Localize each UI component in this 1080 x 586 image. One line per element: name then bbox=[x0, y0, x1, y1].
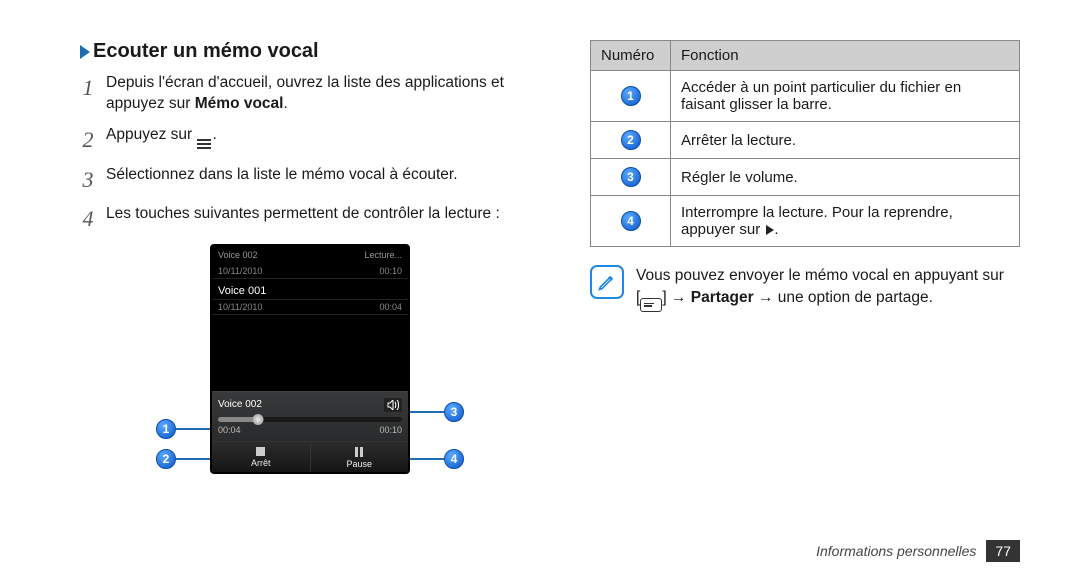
step-text: Les touches suivantes permettent de cont… bbox=[106, 204, 540, 234]
menu-key-icon bbox=[640, 298, 662, 312]
phone-header-title: Voice 002 bbox=[218, 250, 258, 260]
chevron-right-icon bbox=[80, 45, 90, 59]
note-part: → une option de partage. bbox=[754, 289, 933, 306]
section-title: Ecouter un mémo vocal bbox=[80, 40, 540, 63]
callout-line bbox=[410, 458, 444, 460]
callout-line bbox=[176, 428, 210, 430]
step-text-part: . bbox=[283, 95, 287, 112]
phone-buttons: Arrêt Pause bbox=[212, 441, 408, 472]
table-row: 2 Arrêter la lecture. bbox=[591, 122, 1020, 159]
step-number: 3 bbox=[80, 165, 96, 195]
row-badge: 1 bbox=[621, 86, 641, 106]
row-badge: 3 bbox=[621, 167, 641, 187]
section-title-text: Ecouter un mémo vocal bbox=[93, 40, 319, 63]
note-part: ] → bbox=[662, 289, 690, 306]
progress-bar bbox=[218, 417, 402, 422]
step-number: 4 bbox=[80, 204, 96, 234]
time-total: 00:10 bbox=[379, 425, 402, 435]
phone-header-status: Lecture... bbox=[364, 250, 402, 260]
functions-table: Numéro Fonction 1 Accéder à un point par… bbox=[590, 40, 1020, 247]
stop-icon bbox=[256, 447, 265, 456]
stop-label: Arrêt bbox=[251, 458, 271, 468]
note-text: Vous pouvez envoyer le mémo vocal en app… bbox=[636, 265, 1004, 312]
callout-line bbox=[410, 411, 444, 413]
row-func: Arrêter la lecture. bbox=[671, 122, 1020, 159]
note-line1: Vous pouvez envoyer le mémo vocal en app… bbox=[636, 265, 1004, 287]
callout-badge-4: 4 bbox=[444, 449, 464, 469]
time-elapsed: 00:04 bbox=[218, 425, 241, 435]
table-row: 3 Régler le volume. bbox=[591, 159, 1020, 196]
phone-nowplaying: Voice 002 00:04 00:10 bbox=[212, 391, 408, 441]
pause-button: Pause bbox=[311, 442, 409, 472]
footer-section: Informations personnelles bbox=[816, 543, 976, 559]
pause-label: Pause bbox=[346, 459, 372, 469]
nowplaying-title: Voice 002 bbox=[218, 399, 262, 410]
callout-badge-2: 2 bbox=[156, 449, 176, 469]
pause-icon bbox=[355, 447, 363, 457]
row-func: Accéder à un point particulier du fichie… bbox=[671, 71, 1020, 122]
callout-badge-1: 1 bbox=[156, 419, 176, 439]
row-func: Régler le volume. bbox=[671, 159, 1020, 196]
step-number: 1 bbox=[80, 73, 96, 115]
callout-line bbox=[176, 458, 210, 460]
step-text-part: . bbox=[212, 126, 216, 143]
step-text: Sélectionnez dans la liste le mémo vocal… bbox=[106, 165, 540, 195]
page-number: 77 bbox=[986, 540, 1020, 562]
stop-button: Arrêt bbox=[212, 442, 311, 472]
row-func: Interrompre la lecture. Pour la reprendr… bbox=[671, 196, 1020, 247]
row-badge: 4 bbox=[621, 211, 641, 231]
step-number: 2 bbox=[80, 125, 96, 155]
phone-list-dur: 00:04 bbox=[379, 302, 402, 312]
steps-list: 1 Depuis l'écran d'accueil, ouvrez la li… bbox=[80, 73, 540, 234]
page-footer: Informations personnelles 77 bbox=[816, 540, 1020, 562]
step-text-part: Depuis l'écran d'accueil, ouvrez la list… bbox=[106, 74, 504, 112]
volume-icon bbox=[384, 398, 402, 412]
row-badge: 2 bbox=[621, 130, 641, 150]
th-number: Numéro bbox=[591, 41, 671, 71]
step-text: Appuyez sur . bbox=[106, 125, 540, 155]
phone-list-title: Voice 001 bbox=[218, 285, 266, 297]
phone-header-date: 10/11/2010 bbox=[218, 266, 262, 276]
row-func-part: . bbox=[774, 221, 778, 238]
table-row: 4 Interrompre la lecture. Pour la repren… bbox=[591, 196, 1020, 247]
step-text: Depuis l'écran d'accueil, ouvrez la list… bbox=[106, 73, 540, 115]
phone-header: Voice 002 Lecture... bbox=[212, 246, 408, 264]
step-text-bold: Mémo vocal bbox=[195, 95, 284, 112]
note-icon bbox=[590, 265, 624, 299]
note-bold: Partager bbox=[691, 289, 754, 306]
phone-header-dur: 00:10 bbox=[379, 266, 402, 276]
phone-frame: Voice 002 Lecture... 10/11/2010 00:10 Vo… bbox=[210, 244, 410, 474]
row-func-part: Interrompre la lecture. Pour la reprendr… bbox=[681, 204, 953, 238]
phone-list-date: 10/11/2010 bbox=[218, 302, 262, 312]
phone-screenshot: 1 2 3 4 Voice 002 Lecture... 10/11/2010 … bbox=[80, 244, 540, 474]
table-row: 1 Accéder à un point particulier du fich… bbox=[591, 71, 1020, 122]
step-text-part: Appuyez sur bbox=[106, 126, 196, 143]
callout-badge-3: 3 bbox=[444, 402, 464, 422]
th-function: Fonction bbox=[671, 41, 1020, 71]
list-icon bbox=[196, 137, 212, 151]
note-box: Vous pouvez envoyer le mémo vocal en app… bbox=[590, 265, 1020, 312]
